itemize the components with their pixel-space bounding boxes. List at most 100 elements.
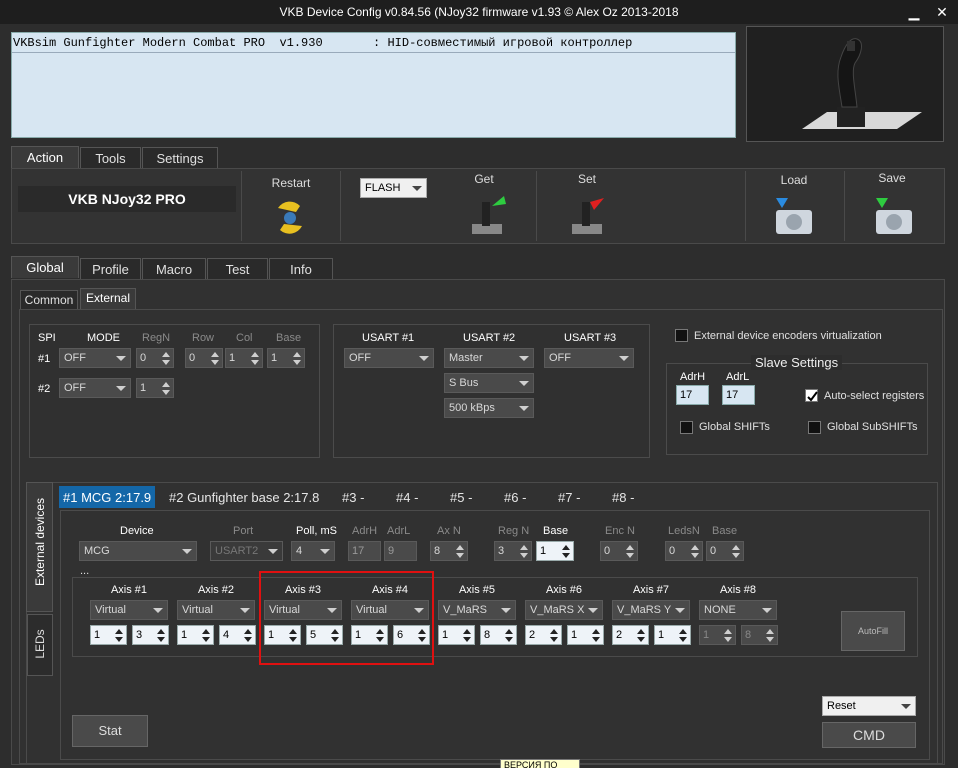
device-regn-stepper[interactable]: 3 bbox=[494, 541, 532, 561]
device-tab-6[interactable]: #6 - bbox=[504, 490, 526, 505]
device-info-line: VKBsim Gunfighter Modern Combat PRO v1.9… bbox=[13, 36, 633, 50]
axis-5-index-stepper[interactable]: 8 bbox=[480, 625, 517, 645]
chevron-down-icon bbox=[519, 381, 529, 386]
tab-external[interactable]: External bbox=[80, 288, 136, 310]
usart3-select[interactable]: OFF bbox=[544, 348, 634, 368]
auto-select-registers-checkbox[interactable] bbox=[805, 389, 818, 402]
set-icon[interactable] bbox=[566, 192, 610, 238]
device-tab-4[interactable]: #4 - bbox=[396, 490, 418, 505]
device-tab-7[interactable]: #7 - bbox=[558, 490, 580, 505]
global-shifts-checkbox[interactable] bbox=[680, 421, 693, 434]
axis-8-register-stepper: 1 bbox=[699, 625, 736, 645]
save-icon[interactable] bbox=[872, 194, 916, 238]
spi1-base-value: 1 bbox=[271, 352, 278, 364]
axis-7-a-value: 2 bbox=[616, 629, 623, 641]
axis-5-type-select[interactable]: V_MaRS bbox=[438, 600, 516, 620]
cmd-button[interactable]: CMD bbox=[822, 722, 916, 748]
poll-select[interactable]: 4 bbox=[291, 541, 335, 561]
axis-2-type-value: Virtual bbox=[182, 604, 213, 616]
tab-common[interactable]: Common bbox=[20, 290, 78, 310]
axis-1-type-select[interactable]: Virtual bbox=[90, 600, 168, 620]
device-base-label: Base bbox=[543, 525, 569, 537]
spi1-regn-value: 0 bbox=[140, 352, 147, 364]
axis-8-type-select[interactable]: NONE bbox=[699, 600, 777, 620]
reset-select[interactable]: Reset bbox=[822, 696, 916, 716]
device-adrh-label: AdrH bbox=[352, 525, 378, 537]
minimize-button[interactable]: ▁ bbox=[900, 0, 928, 24]
tab-action[interactable]: Action bbox=[11, 146, 79, 168]
axn-stepper[interactable]: 8 bbox=[430, 541, 468, 561]
global-subshifts-label: Global SubSHIFTs bbox=[827, 421, 918, 433]
stat-button[interactable]: Stat bbox=[72, 715, 148, 747]
usart2-speed-select[interactable]: 500 kBps bbox=[444, 398, 534, 418]
load-icon[interactable] bbox=[772, 194, 816, 238]
tab-tools[interactable]: Tools bbox=[80, 147, 141, 169]
usart3-value: OFF bbox=[549, 352, 571, 364]
global-shifts-label: Global SHIFTs bbox=[699, 421, 770, 433]
axis-2-b-value: 4 bbox=[223, 629, 230, 641]
spin-down-icon bbox=[592, 637, 600, 642]
device-tab-3[interactable]: #3 - bbox=[342, 490, 364, 505]
device-select[interactable]: MCG bbox=[79, 541, 197, 561]
slave-adrl-label: AdrL bbox=[726, 371, 750, 383]
device-base-stepper[interactable]: 1 bbox=[536, 541, 574, 561]
axis-2-index-stepper[interactable]: 4 bbox=[219, 625, 256, 645]
spi1-row-stepper[interactable]: 0 bbox=[185, 348, 223, 368]
usart2-select[interactable]: Master bbox=[444, 348, 534, 368]
tab-global[interactable]: Global bbox=[11, 256, 79, 278]
tab-info[interactable]: Info bbox=[269, 258, 333, 280]
device-tab-2[interactable]: #2 Gunfighter base 2:17.8 bbox=[169, 490, 319, 505]
spi1-base-stepper[interactable]: 1 bbox=[267, 348, 305, 368]
regn-label: RegN bbox=[142, 332, 171, 344]
close-button[interactable]: ✕ bbox=[928, 0, 956, 24]
slave-adrh-label: AdrH bbox=[680, 371, 706, 383]
spin-up-icon bbox=[626, 545, 634, 550]
axis-6-index-stepper[interactable]: 1 bbox=[567, 625, 604, 645]
flash-select[interactable]: FLASH bbox=[360, 178, 427, 198]
axis-7-index-stepper[interactable]: 1 bbox=[654, 625, 691, 645]
axis-2-register-stepper[interactable]: 1 bbox=[177, 625, 214, 645]
port-select: USART2 bbox=[210, 541, 283, 561]
spi1-mode-select[interactable]: OFF bbox=[59, 348, 131, 368]
encn-stepper[interactable]: 0 bbox=[600, 541, 638, 561]
autofill-button[interactable]: AutoFill bbox=[841, 611, 905, 651]
encoders-virtualization-checkbox[interactable] bbox=[675, 329, 688, 342]
axis-2-type-select[interactable]: Virtual bbox=[177, 600, 255, 620]
spi1-regn-stepper[interactable]: 0 bbox=[136, 348, 174, 368]
col-label: Col bbox=[236, 332, 253, 344]
spin-up-icon bbox=[562, 545, 570, 550]
tab-test[interactable]: Test bbox=[207, 258, 268, 280]
usart2-protocol-select[interactable]: S Bus bbox=[444, 373, 534, 393]
axis-7-label: Axis #7 bbox=[632, 584, 670, 596]
axis-6-type-select[interactable]: V_MaRS X bbox=[525, 600, 603, 620]
device-base-value: 1 bbox=[540, 545, 547, 557]
device-adrh-field: 17 bbox=[348, 541, 381, 561]
spi1-col-stepper[interactable]: 1 bbox=[225, 348, 263, 368]
axis-5-register-stepper[interactable]: 1 bbox=[438, 625, 475, 645]
device-tab-8[interactable]: #8 - bbox=[612, 490, 634, 505]
spi1-row-value: 0 bbox=[189, 352, 196, 364]
spi2-regn-stepper[interactable]: 1 bbox=[136, 378, 174, 398]
get-icon[interactable] bbox=[466, 192, 510, 238]
slave-adrh-field[interactable]: 17 bbox=[676, 385, 709, 405]
axis-1-register-stepper[interactable]: 1 bbox=[90, 625, 127, 645]
device-tab-5[interactable]: #5 - bbox=[450, 490, 472, 505]
usart1-select[interactable]: OFF bbox=[344, 348, 434, 368]
tab-settings[interactable]: Settings bbox=[142, 147, 218, 169]
ledsn-stepper[interactable]: 0 bbox=[665, 541, 703, 561]
tab-macro[interactable]: Macro bbox=[142, 258, 206, 280]
slave-adrl-field[interactable]: 17 bbox=[722, 385, 755, 405]
info-divider bbox=[12, 52, 735, 53]
spi2-mode-select[interactable]: OFF bbox=[59, 378, 131, 398]
tab-profile[interactable]: Profile bbox=[80, 258, 141, 280]
axis-7-type-select[interactable]: V_MaRS Y bbox=[612, 600, 690, 620]
global-subshifts-checkbox[interactable] bbox=[808, 421, 821, 434]
axis-2-label: Axis #2 bbox=[197, 584, 235, 596]
axis-6-register-stepper[interactable]: 2 bbox=[525, 625, 562, 645]
usart2-label: USART #2 bbox=[463, 332, 516, 344]
chevron-down-icon bbox=[901, 704, 911, 709]
axis-7-register-stepper[interactable]: 2 bbox=[612, 625, 649, 645]
leds-base-stepper[interactable]: 0 bbox=[706, 541, 744, 561]
axis-1-index-stepper[interactable]: 3 bbox=[132, 625, 169, 645]
restart-icon[interactable] bbox=[270, 198, 310, 238]
